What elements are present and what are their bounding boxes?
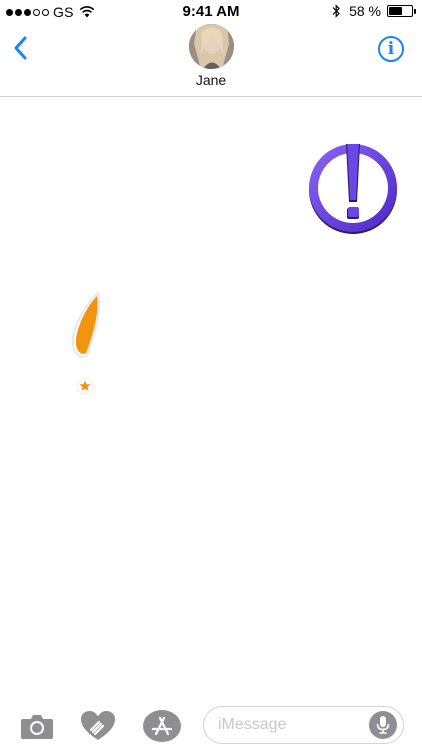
conversation-header: Jane i bbox=[0, 22, 422, 97]
chevron-left-icon[interactable] bbox=[10, 34, 34, 62]
status-right: 58 % bbox=[332, 3, 416, 19]
contact-name[interactable]: Jane bbox=[0, 72, 422, 88]
avatar[interactable] bbox=[189, 24, 234, 69]
app-store-icon[interactable] bbox=[142, 709, 182, 743]
status-bar: GS 9:41 AM 58 % bbox=[0, 0, 422, 22]
camera-icon[interactable] bbox=[20, 712, 54, 740]
info-icon[interactable]: i bbox=[378, 36, 404, 62]
battery-percentage: 58 % bbox=[349, 3, 381, 19]
digital-touch-heart-icon[interactable] bbox=[80, 710, 116, 742]
battery-level-fill bbox=[389, 7, 402, 15]
exclamation-circle-sticker[interactable] bbox=[304, 142, 402, 238]
microphone-icon[interactable] bbox=[369, 711, 397, 739]
microphone-glyph bbox=[376, 716, 390, 734]
bluetooth-icon bbox=[332, 4, 340, 18]
battery-icon bbox=[387, 5, 413, 17]
message-input-bar bbox=[0, 700, 422, 750]
battery-cap bbox=[414, 8, 416, 14]
contact-photo bbox=[189, 24, 234, 69]
feather-exclamation-sticker[interactable] bbox=[66, 290, 106, 398]
